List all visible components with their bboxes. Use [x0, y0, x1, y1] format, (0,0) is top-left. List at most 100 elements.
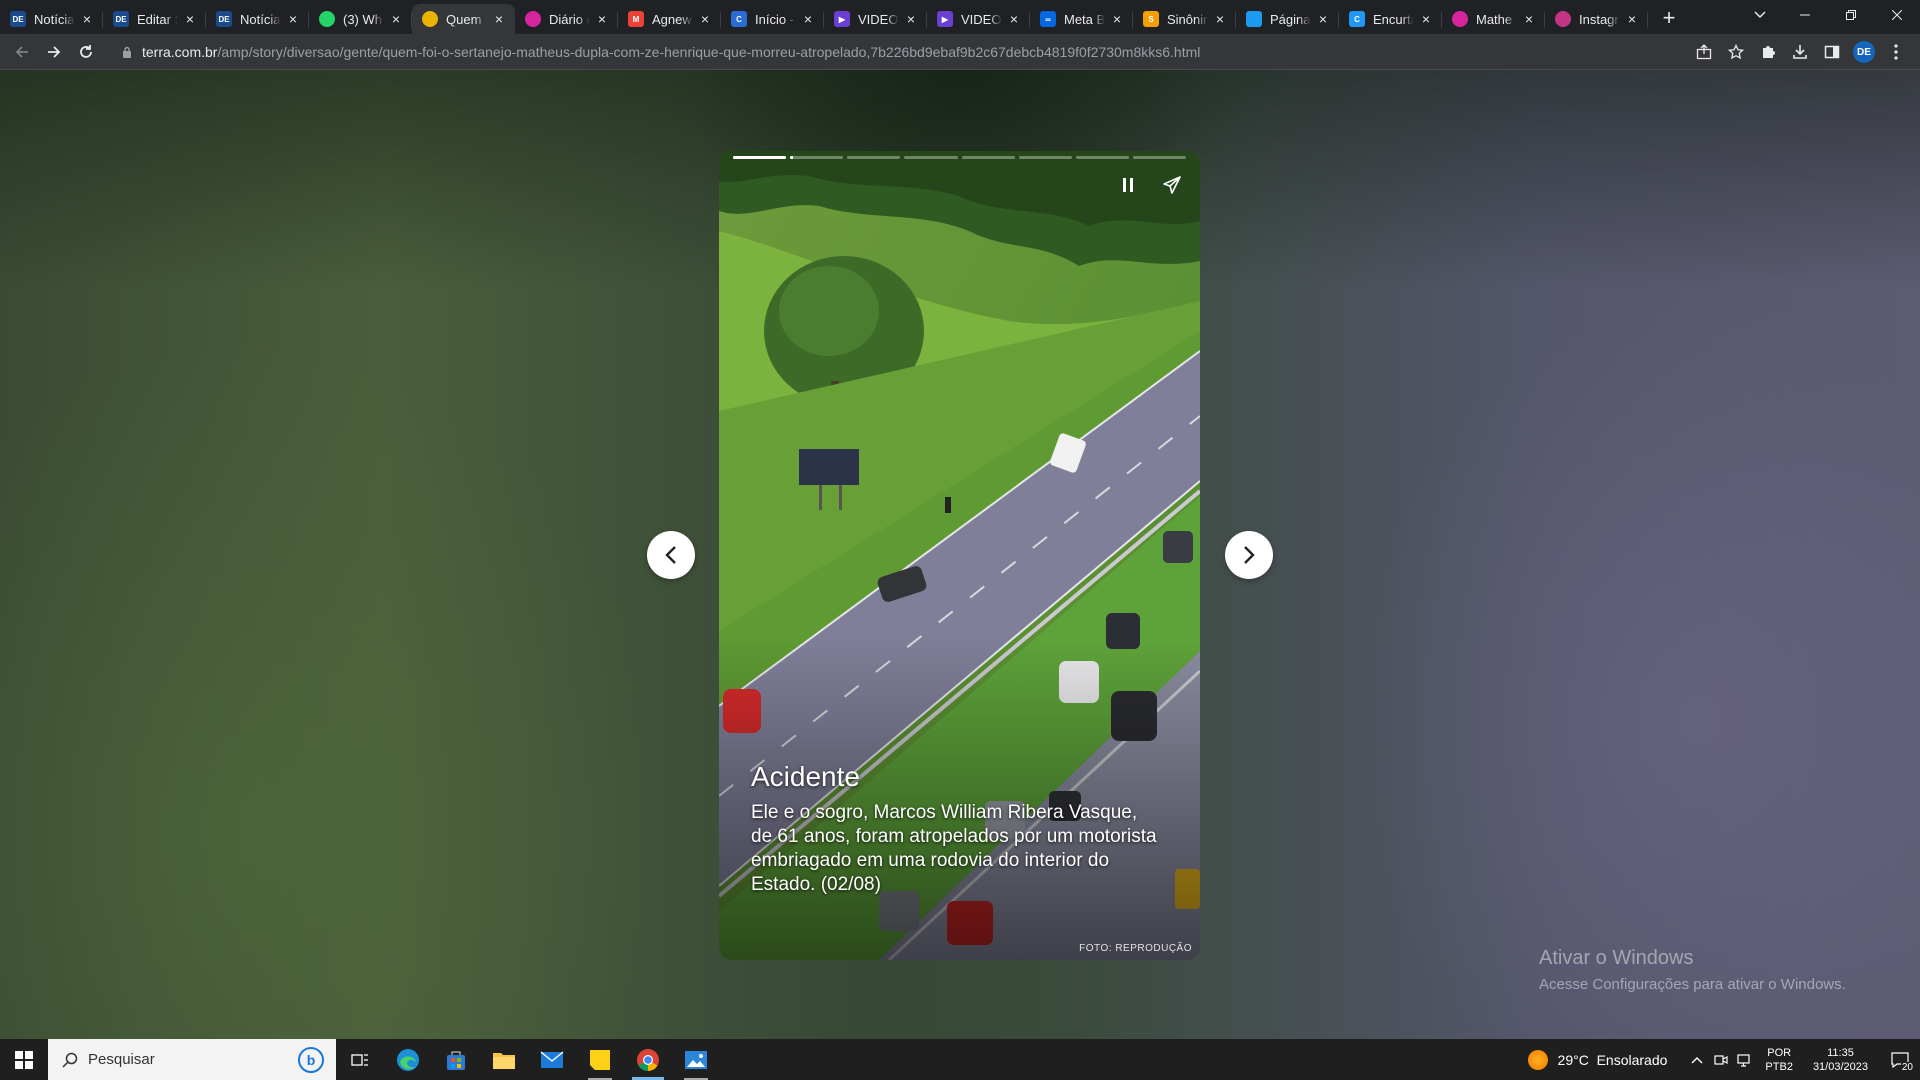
tab-5[interactable]: Quem f ×	[412, 4, 515, 34]
instagram-icon	[1555, 11, 1571, 27]
tab-close-icon[interactable]: ×	[1006, 11, 1022, 27]
tab-close-icon[interactable]: ×	[1109, 11, 1125, 27]
tab-close-icon[interactable]: ×	[1624, 11, 1640, 27]
url-path: /amp/story/diversao/gente/quem-foi-o-ser…	[217, 44, 1201, 60]
reload-icon	[80, 44, 92, 58]
tab-close-icon[interactable]: ×	[1315, 11, 1331, 27]
tab-title: Instagr	[1579, 11, 1619, 27]
chevron-down-icon	[1754, 11, 1766, 19]
story-progress-bar	[733, 156, 1186, 159]
story-card[interactable]: Acidente Ele e o sogro, Marcos William R…	[719, 151, 1200, 960]
extensions-button[interactable]	[1752, 36, 1784, 68]
side-panel-button[interactable]	[1816, 36, 1848, 68]
tab-close-icon[interactable]: ×	[491, 11, 507, 27]
profile-button[interactable]: DE	[1848, 36, 1880, 68]
tab-16[interactable]: Instagr ×	[1545, 4, 1648, 34]
bing-icon[interactable]: b	[298, 1047, 324, 1073]
tab-close-icon[interactable]: ×	[1418, 11, 1434, 27]
tab-12[interactable]: S Sinônir ×	[1133, 4, 1236, 34]
tab-7[interactable]: M Agnew ×	[618, 4, 721, 34]
chevron-right-icon	[1244, 546, 1255, 564]
network-icon	[1737, 1053, 1751, 1067]
clock[interactable]: 11:35 31/03/2023	[1813, 1046, 1868, 1074]
store-icon	[447, 1051, 465, 1070]
tab-title: Editar S	[137, 11, 178, 27]
tab-13[interactable]: Página ×	[1236, 4, 1339, 34]
whatsapp-icon	[319, 11, 335, 27]
tab-2[interactable]: DE Editar S×	[103, 4, 206, 34]
arrow-left-icon	[15, 45, 28, 58]
tab-close-icon[interactable]: ×	[1212, 11, 1228, 27]
tab-close-icon[interactable]: ×	[800, 11, 816, 27]
meet-now-button[interactable]	[1709, 1054, 1733, 1066]
new-tab-button[interactable]: +	[1654, 4, 1684, 34]
page-content: Acidente Ele e o sogro, Marcos William R…	[0, 70, 1920, 1039]
tab-close-icon[interactable]: ×	[594, 11, 610, 27]
instagram-icon	[1452, 11, 1468, 27]
tab-4[interactable]: (3) Wh ×	[309, 4, 412, 34]
task-view-button[interactable]	[336, 1039, 384, 1080]
photos-app[interactable]	[672, 1039, 720, 1080]
minimize-button[interactable]	[1782, 0, 1828, 30]
tab-title: VIDEO	[961, 11, 1002, 27]
tab-search-button[interactable]	[1740, 0, 1780, 30]
next-story-button[interactable]	[1225, 531, 1273, 579]
weather-widget[interactable]: 29°C Ensolarado	[1527, 1049, 1667, 1070]
tab-title: (3) Wh	[343, 11, 382, 27]
chrome-app[interactable]	[624, 1039, 672, 1080]
taskbar-search[interactable]: Pesquisar b	[48, 1039, 336, 1080]
url-host: terra.com.br	[142, 44, 218, 60]
clock-date: 31/03/2023	[1812, 1060, 1868, 1073]
tab-title: Página	[1270, 11, 1311, 27]
watermark-subtitle: Acesse Configurações para ativar o Windo…	[1539, 976, 1846, 993]
show-hidden-icons-button[interactable]	[1685, 1056, 1709, 1064]
pause-button[interactable]	[1112, 169, 1144, 201]
tab-close-icon[interactable]: ×	[697, 11, 713, 27]
tab-11[interactable]: ∞ Meta B ×	[1030, 4, 1133, 34]
bookmark-button[interactable]	[1720, 36, 1752, 68]
tab-1[interactable]: DE Notícia ×	[0, 4, 103, 34]
tab-3[interactable]: DE Notícia ×	[206, 4, 309, 34]
close-window-button[interactable]	[1874, 0, 1920, 30]
tab-close-icon[interactable]: ×	[903, 11, 919, 27]
start-button[interactable]	[0, 1039, 48, 1080]
edge-app[interactable]	[384, 1039, 432, 1080]
sticky-notes-app[interactable]	[576, 1039, 624, 1080]
tab-close-icon[interactable]: ×	[1521, 11, 1537, 27]
tab-close-icon[interactable]: ×	[182, 11, 198, 27]
share-page-button[interactable]	[1688, 36, 1720, 68]
meta-icon: ∞	[1040, 11, 1056, 27]
notifications-button[interactable]: 20	[1880, 1039, 1920, 1080]
video-icon: ▶	[937, 11, 953, 27]
address-bar[interactable]: terra.com.br/amp/story/diversao/gente/qu…	[112, 38, 1742, 66]
window-controls	[1782, 0, 1920, 30]
network-button[interactable]	[1733, 1053, 1757, 1067]
share-story-button[interactable]	[1156, 169, 1188, 201]
downloads-button[interactable]	[1784, 36, 1816, 68]
tab-6[interactable]: Diário d ×	[515, 4, 618, 34]
tab-close-icon[interactable]: ×	[388, 11, 404, 27]
progress-segment	[733, 156, 787, 159]
tab-close-icon[interactable]: ×	[79, 11, 95, 27]
tab-14[interactable]: C Encurta ×	[1339, 4, 1442, 34]
reload-button[interactable]	[70, 36, 102, 68]
tab-15[interactable]: Mathe ×	[1442, 4, 1545, 34]
tab-title: Encurta	[1373, 11, 1414, 27]
avatar: DE	[1853, 41, 1875, 63]
input-language[interactable]: POR PTB2	[1765, 1046, 1793, 1074]
tab-close-icon[interactable]: ×	[285, 11, 301, 27]
previous-story-button[interactable]	[647, 531, 695, 579]
back-button[interactable]	[6, 36, 38, 68]
mail-app[interactable]	[528, 1039, 576, 1080]
tab-10[interactable]: ▶ VIDEO ×	[927, 4, 1030, 34]
menu-button[interactable]	[1880, 36, 1912, 68]
tab-9[interactable]: ▶ VIDEO ×	[824, 4, 927, 34]
photos-icon	[685, 1050, 707, 1069]
restore-button[interactable]	[1828, 0, 1874, 30]
tab-8[interactable]: C Início - ×	[721, 4, 824, 34]
store-app[interactable]	[432, 1039, 480, 1080]
file-explorer-app[interactable]	[480, 1039, 528, 1080]
forward-button[interactable]	[38, 36, 70, 68]
arrow-right-icon	[48, 45, 61, 58]
de-favicon: DE	[216, 11, 232, 27]
